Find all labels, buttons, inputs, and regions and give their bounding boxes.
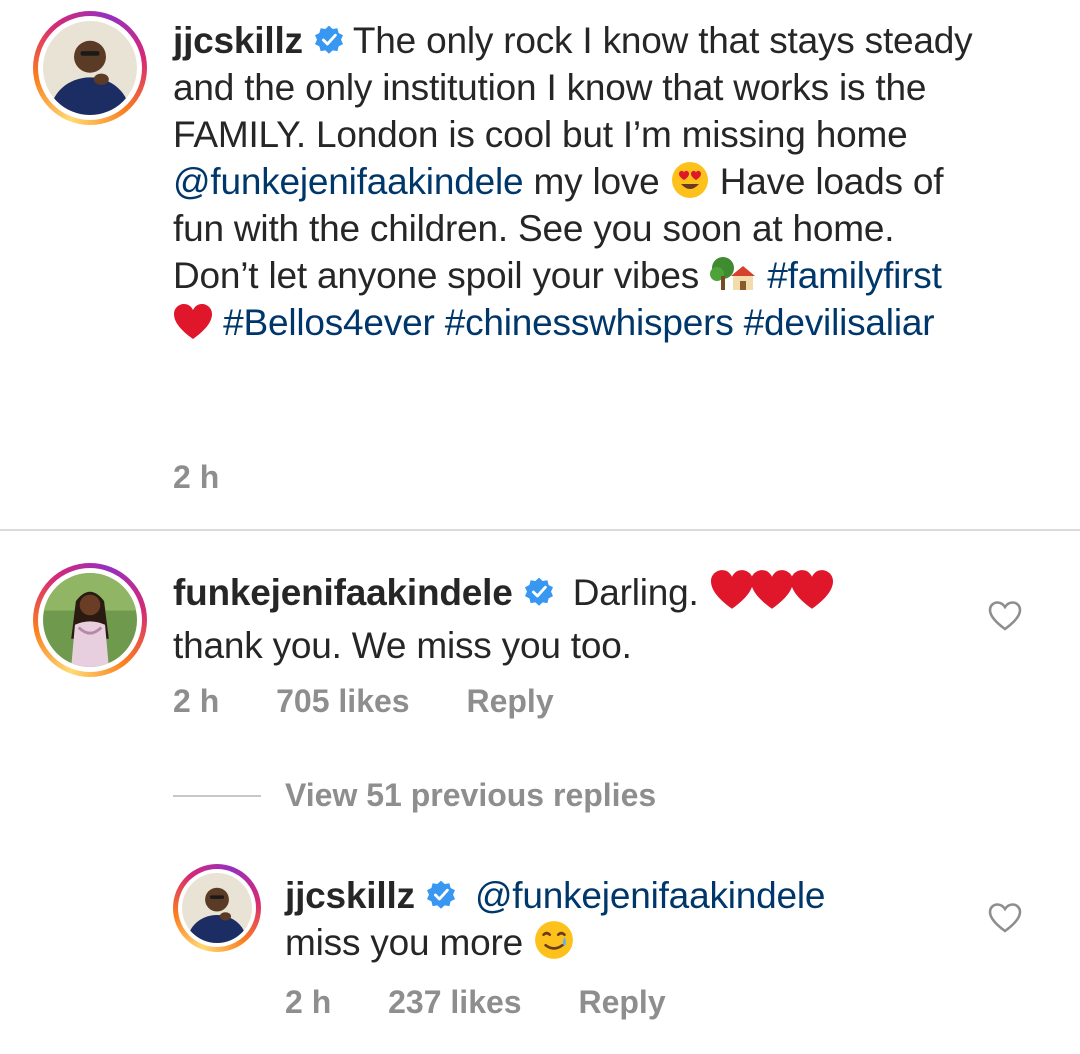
caption-mention-link[interactable]: @funkejenifaakindele xyxy=(173,161,524,202)
avatar-photo-jjcskillz xyxy=(182,873,252,943)
replies-divider-line xyxy=(173,795,261,797)
view-previous-replies-button[interactable]: View 51 previous replies xyxy=(285,777,656,814)
reply-avatar[interactable] xyxy=(173,864,261,952)
reply-body: miss you more xyxy=(285,922,523,963)
divider xyxy=(0,529,1080,531)
caption-time: 2 h xyxy=(173,459,220,495)
avatar-photo-jjcskillz xyxy=(43,21,137,115)
reply-likes[interactable]: 237 likes xyxy=(388,984,521,1020)
verified-badge-icon xyxy=(524,577,553,606)
caption-body-2: my love xyxy=(533,161,660,202)
comment-avatar[interactable] xyxy=(33,563,147,677)
reply-username[interactable]: jjcskillz xyxy=(285,875,415,916)
caption-meta: 2 h xyxy=(173,459,267,496)
reply-time: 2 h xyxy=(285,984,332,1020)
hashtag-chinesswhispers[interactable]: #chinesswhispers xyxy=(445,302,734,343)
comment-time: 2 h xyxy=(173,683,220,719)
comment-likes[interactable]: 705 likes xyxy=(276,683,409,719)
reply-meta: 2 h 237 likes Reply xyxy=(285,984,714,1021)
hashtag-bellos4ever[interactable]: #Bellos4ever xyxy=(223,302,435,343)
heart-outline-icon[interactable] xyxy=(988,600,1022,632)
reply-reply-button[interactable]: Reply xyxy=(578,984,665,1020)
caption-username[interactable]: jjcskillz xyxy=(173,20,303,61)
heart-outline-icon[interactable] xyxy=(988,902,1022,934)
red-heart-emoji-icon xyxy=(709,569,835,622)
smiling-face-with-tear-emoji-icon xyxy=(535,921,573,959)
caption-text: jjcskillz The only rock I know that stays… xyxy=(173,17,973,346)
hashtag-familyfirst[interactable]: #familyfirst xyxy=(767,255,942,296)
comment-username[interactable]: funkejenifaakindele xyxy=(173,572,513,613)
verified-badge-icon xyxy=(426,880,455,909)
reply-mention-link[interactable]: @funkejenifaakindele xyxy=(475,875,826,916)
comment-meta: 2 h 705 likes Reply xyxy=(173,683,602,720)
reply-text: jjcskillz @funkejenifaakindele miss you … xyxy=(285,872,965,966)
comment-text: funkejenifaakindele Darling. thank you. … xyxy=(173,569,953,669)
avatar-photo-funkejenifaakindele xyxy=(43,573,137,667)
caption-avatar[interactable] xyxy=(33,11,147,125)
comment-body-1: Darling. xyxy=(572,572,699,613)
verified-badge-icon xyxy=(314,25,343,54)
comment-body-2: thank you. We miss you too. xyxy=(173,625,632,666)
red-heart-emoji-icon xyxy=(174,304,212,339)
heart-eyes-emoji-icon xyxy=(671,162,708,198)
house-with-tree-emoji-icon xyxy=(710,257,756,290)
comment-reply-button[interactable]: Reply xyxy=(466,683,553,719)
hashtag-devilisaliar[interactable]: #devilisaliar xyxy=(744,302,935,343)
